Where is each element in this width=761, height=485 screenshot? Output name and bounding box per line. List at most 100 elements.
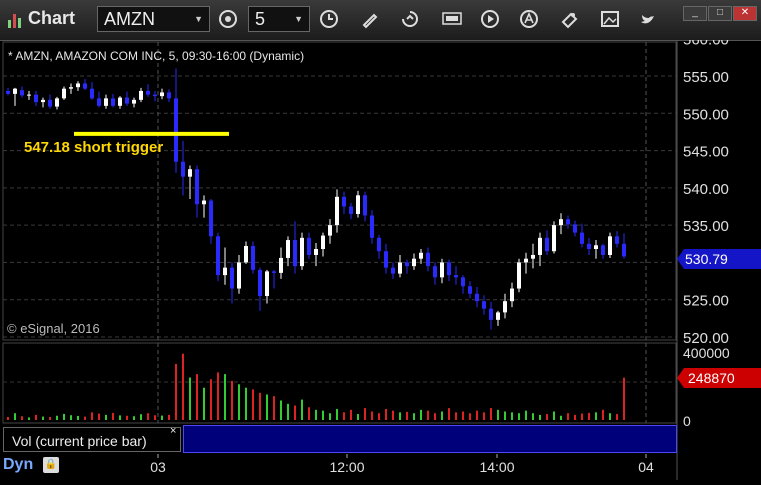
trade-icon[interactable] bbox=[560, 9, 582, 31]
volume-study-label[interactable]: Vol (current price bar) bbox=[3, 427, 181, 452]
price-tick-label: 540.00 bbox=[683, 181, 729, 198]
candle-body bbox=[265, 271, 269, 296]
window-title: Chart bbox=[28, 8, 76, 28]
close-study-icon[interactable]: × bbox=[170, 425, 176, 437]
status-mode[interactable]: Dyn bbox=[3, 456, 33, 474]
candle-body bbox=[125, 97, 129, 104]
candle-body bbox=[461, 277, 465, 287]
price-tick-label: 545.00 bbox=[683, 144, 729, 161]
candle-body bbox=[55, 98, 59, 107]
candle-body bbox=[349, 206, 353, 214]
candle-body bbox=[622, 243, 626, 257]
candle-body bbox=[307, 237, 311, 255]
candle-body bbox=[244, 246, 248, 263]
interval-input[interactable]: 5 ▼ bbox=[248, 6, 310, 32]
current-price-value: 530.79 bbox=[685, 251, 728, 267]
candle-body bbox=[538, 237, 542, 255]
trigger-annotation: 547.18 short trigger bbox=[24, 139, 163, 156]
play-icon[interactable] bbox=[480, 9, 502, 31]
candle-body bbox=[363, 195, 367, 216]
price-tick-label: 560.00 bbox=[683, 40, 729, 49]
window-controls: _ □ ✕ bbox=[682, 2, 757, 21]
time-tick-label: 04 bbox=[638, 459, 654, 475]
candle-body bbox=[237, 262, 241, 289]
price-chart[interactable]: 547.18 short trigger * AMZN, AMAZON COM … bbox=[0, 32, 761, 480]
symbol-input[interactable]: AMZN ▼ bbox=[97, 6, 210, 32]
candle-body bbox=[279, 257, 283, 273]
close-button[interactable]: ✕ bbox=[733, 6, 757, 21]
chevron-down-icon[interactable]: ▼ bbox=[294, 7, 303, 31]
candle-body bbox=[62, 88, 66, 99]
candle-body bbox=[146, 90, 150, 95]
candle-body bbox=[566, 219, 570, 225]
chart-area[interactable]: 547.18 short trigger * AMZN, AMAZON COM … bbox=[0, 32, 761, 480]
candle-body bbox=[230, 267, 234, 289]
candle-body bbox=[314, 249, 318, 255]
candle-body bbox=[272, 271, 276, 273]
refresh-icon[interactable] bbox=[400, 9, 422, 31]
lock-icon[interactable]: 🔒 bbox=[43, 457, 59, 473]
candle-body bbox=[447, 262, 451, 276]
price-tick-label: 525.00 bbox=[683, 293, 729, 310]
candle-body bbox=[34, 94, 38, 103]
candle-body bbox=[615, 236, 619, 244]
volume-tick-label: 0 bbox=[683, 413, 691, 429]
candle-body bbox=[160, 92, 164, 97]
candle-body bbox=[118, 97, 122, 106]
toolbar: Chart AMZN ▼ 5 ▼ _ □ ✕ bbox=[0, 0, 761, 41]
candle-body bbox=[517, 262, 521, 289]
candle-body bbox=[209, 200, 213, 237]
link-settings-icon[interactable] bbox=[217, 8, 239, 30]
study-bar bbox=[183, 425, 677, 453]
candle-body bbox=[258, 269, 262, 296]
candle-body bbox=[6, 90, 10, 94]
minimize-button[interactable]: _ bbox=[683, 6, 707, 21]
data-source-icon[interactable] bbox=[442, 10, 464, 32]
chart-header: * AMZN, AMAZON COM INC, 5, 09:30-16:00 (… bbox=[8, 49, 304, 63]
candle-body bbox=[496, 312, 500, 320]
candle-body bbox=[321, 235, 325, 250]
candle-body bbox=[139, 90, 143, 100]
image-snapshot-icon[interactable] bbox=[600, 9, 622, 31]
candle-body bbox=[90, 88, 94, 99]
candle-body bbox=[202, 200, 206, 205]
candle-body bbox=[300, 237, 304, 267]
candle-body bbox=[195, 169, 199, 205]
watermark: © eSignal, 2016 bbox=[7, 321, 100, 336]
chart-window-icon bbox=[6, 10, 28, 32]
candle-body bbox=[69, 87, 73, 89]
price-tick-label: 535.00 bbox=[683, 218, 729, 235]
candle-body bbox=[111, 98, 115, 106]
candle-body bbox=[104, 98, 108, 106]
candle-body bbox=[587, 243, 591, 250]
clock-icon[interactable] bbox=[318, 8, 340, 30]
social-bird-icon[interactable] bbox=[638, 10, 660, 32]
candle-body bbox=[216, 236, 220, 276]
candle-body bbox=[531, 254, 535, 259]
candle-body bbox=[251, 246, 255, 270]
candle-body bbox=[342, 196, 346, 207]
volume-tick-label: 400000 bbox=[683, 345, 730, 361]
candle-body bbox=[20, 90, 24, 96]
candle-body bbox=[97, 98, 101, 106]
candle-body bbox=[433, 266, 437, 278]
candle-body bbox=[573, 224, 577, 233]
candle-body bbox=[293, 240, 297, 267]
candle-body bbox=[188, 169, 192, 177]
candle-body bbox=[356, 195, 360, 214]
candle-body bbox=[608, 236, 612, 255]
alert-icon[interactable] bbox=[519, 9, 541, 31]
candle-body bbox=[580, 232, 584, 244]
chevron-down-icon[interactable]: ▼ bbox=[194, 7, 203, 31]
candle-body bbox=[559, 219, 563, 226]
candle-body bbox=[426, 252, 430, 267]
candle-body bbox=[335, 196, 339, 226]
candle-body bbox=[76, 83, 80, 88]
maximize-button[interactable]: □ bbox=[708, 6, 732, 21]
candle-body bbox=[405, 262, 409, 267]
pencil-draw-icon[interactable] bbox=[360, 9, 382, 31]
interval-value: 5 bbox=[255, 9, 266, 29]
candle-body bbox=[398, 262, 402, 274]
volume-study-text: Vol (current price bar) bbox=[12, 433, 147, 449]
candle-body bbox=[181, 161, 185, 177]
